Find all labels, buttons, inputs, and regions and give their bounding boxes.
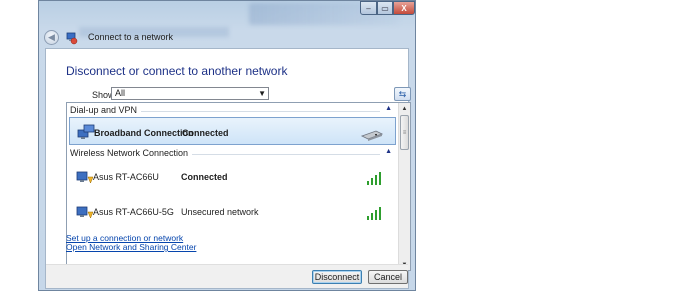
network-item-broadband[interactable]: Broadband Connection Connected bbox=[69, 117, 396, 145]
network-sharing-center-link[interactable]: Open Network and Sharing Center bbox=[66, 242, 196, 252]
collapse-chevron-icon[interactable]: ▲ bbox=[385, 105, 392, 112]
dropdown-arrow-icon: ▼ bbox=[258, 89, 266, 98]
broadband-icon bbox=[77, 124, 95, 139]
signal-strength-icon bbox=[367, 207, 381, 220]
dialog-footer: Disconnect Cancel bbox=[46, 264, 408, 288]
group-header-dialup-vpn[interactable]: Dial-up and VPN ▲ bbox=[67, 104, 396, 117]
page-title: Disconnect or connect to another network bbox=[66, 64, 288, 78]
scroll-thumb[interactable]: ≡ bbox=[400, 115, 409, 150]
group-label: Wireless Network Connection bbox=[70, 148, 193, 158]
network-status: Connected bbox=[182, 128, 229, 138]
dialog-content: Disconnect or connect to another network… bbox=[45, 48, 411, 289]
network-item-asus-rt-ac66u-5g[interactable]: Asus RT-AC66U-5G Unsecured network bbox=[69, 197, 396, 225]
signal-strength-icon bbox=[367, 172, 381, 185]
wireless-network-icon bbox=[76, 171, 94, 184]
network-status: Unsecured network bbox=[181, 207, 259, 217]
collapse-chevron-icon[interactable]: ▲ bbox=[385, 148, 392, 155]
group-label: Dial-up and VPN bbox=[70, 105, 142, 115]
back-arrow-icon: ◀ bbox=[48, 32, 55, 42]
back-button[interactable]: ◀ bbox=[44, 30, 59, 45]
network-name: Asus RT-AC66U-5G bbox=[93, 207, 174, 217]
scroll-up-icon[interactable]: ▲ bbox=[399, 103, 410, 114]
network-name: Asus RT-AC66U bbox=[93, 172, 159, 182]
refresh-button[interactable]: ⇆ bbox=[394, 87, 411, 101]
network-name: Broadband Connection bbox=[94, 128, 194, 138]
cancel-button[interactable]: Cancel bbox=[368, 270, 408, 284]
refresh-icon: ⇆ bbox=[398, 88, 407, 99]
minimize-button[interactable]: – bbox=[360, 1, 377, 15]
window-title: Connect to a network bbox=[88, 32, 174, 42]
modem-icon bbox=[361, 130, 383, 141]
maximize-button[interactable]: ▭ bbox=[377, 1, 393, 15]
network-status: Connected bbox=[181, 172, 228, 182]
connect-to-network-window: – ▭ X ◀ Connect to a network Disconnect … bbox=[38, 0, 416, 291]
network-list-scrollbar[interactable]: ▲ ≡ ▼ bbox=[398, 103, 410, 270]
close-button[interactable]: X bbox=[393, 1, 415, 15]
group-header-wireless[interactable]: Wireless Network Connection ▲ bbox=[67, 147, 396, 160]
network-icon bbox=[66, 32, 78, 45]
show-filter-select[interactable]: All ▼ bbox=[111, 87, 269, 100]
wireless-network-icon bbox=[76, 206, 94, 219]
disconnect-button[interactable]: Disconnect bbox=[312, 270, 362, 284]
show-filter-value: All bbox=[115, 88, 126, 98]
network-item-asus-rt-ac66u[interactable]: Asus RT-AC66U Connected bbox=[69, 162, 396, 190]
